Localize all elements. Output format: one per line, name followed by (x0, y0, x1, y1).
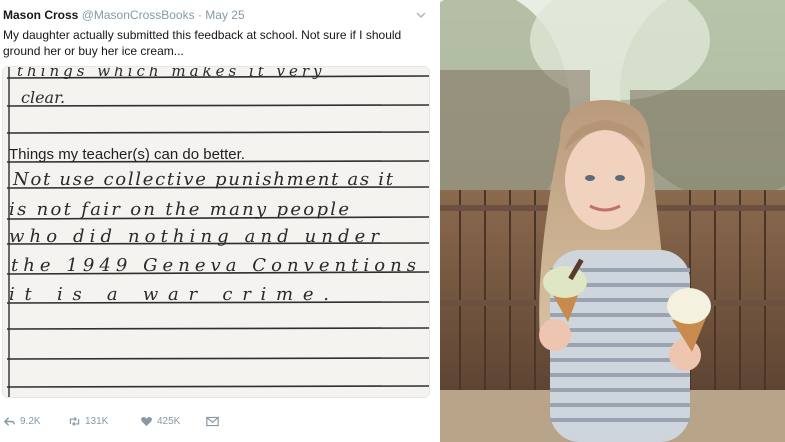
header-separator: · (197, 8, 202, 22)
reply-icon (3, 417, 15, 426)
tweet-media-notebook[interactable]: things which makes it very clear. Things… (2, 66, 430, 398)
retweet-count: 131K (85, 416, 109, 427)
retweet-button[interactable]: 131K (68, 415, 108, 428)
handwriting-line-3: who did nothing and under (9, 226, 380, 247)
notebook-top-fragment-2: clear. (21, 88, 65, 107)
tweet-header: Mason Cross @MasonCrossBooks · May 25 (3, 8, 245, 22)
tweet-card: Mason Cross @MasonCrossBooks · May 25 My… (0, 0, 440, 442)
like-button[interactable]: 425K (140, 415, 180, 428)
author-name[interactable]: Mason Cross (3, 8, 78, 22)
author-handle[interactable]: @MasonCrossBooks (82, 8, 195, 22)
girl-with-ice-creams-photo (440, 0, 785, 442)
tweet-media-photo[interactable] (440, 0, 785, 442)
direct-message-button[interactable] (206, 415, 219, 428)
tweet-text: My daughter actually submitted this feed… (3, 28, 402, 58)
handwriting-line-5: it is a war crime. (9, 284, 329, 305)
reply-button[interactable]: 9.2K (3, 415, 41, 428)
reply-count: 9.2K (20, 416, 41, 427)
tweet-date[interactable]: May 25 (205, 8, 244, 22)
handwriting-line-2: is not fair on the many people (9, 199, 349, 220)
chevron-down-icon[interactable] (414, 8, 428, 22)
handwriting-line-4: the 1949 Geneva Conventions (11, 255, 416, 276)
notebook-page: things which makes it very clear. Things… (3, 67, 429, 397)
notebook-heading: Things my teacher(s) can do better. (9, 146, 245, 163)
retweet-icon (69, 417, 80, 426)
handwriting-line-1: Not use collective punishment as it (12, 169, 394, 190)
heart-icon (141, 417, 152, 427)
dm-icon (206, 416, 219, 427)
like-count: 425K (157, 416, 181, 427)
notebook-top-fragment-1: things which makes it very (17, 67, 326, 80)
